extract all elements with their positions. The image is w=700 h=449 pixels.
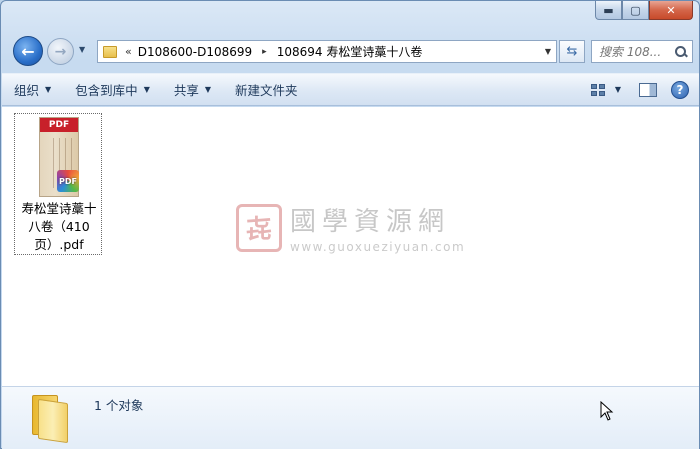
help-button[interactable]: ? bbox=[671, 80, 689, 99]
maximize-button[interactable]: ▢ bbox=[622, 1, 649, 20]
breadcrumb-separator[interactable]: ▸ bbox=[262, 47, 267, 57]
change-view-icon[interactable] bbox=[590, 83, 605, 96]
file-item[interactable]: PDF PDF 寿松堂诗藁十八卷（410页）.pdf bbox=[14, 113, 102, 255]
folder-large-icon bbox=[28, 395, 70, 444]
new-folder-label: 新建文件夹 bbox=[235, 83, 298, 98]
close-button[interactable]: ✕ bbox=[649, 1, 693, 20]
window-controls: ▬ ▢ ✕ bbox=[595, 1, 693, 20]
file-list[interactable]: PDF PDF 寿松堂诗藁十八卷（410页）.pdf 㐂 國學資源網 www.g… bbox=[2, 107, 699, 386]
organize-menu[interactable]: 组织 ▼ bbox=[2, 78, 63, 102]
include-in-library-menu[interactable]: 包含到库中 ▼ bbox=[63, 78, 162, 102]
breadcrumb-current[interactable]: 108694 寿松堂诗藁十八卷 bbox=[277, 43, 423, 60]
pdf-badge-icon: PDF bbox=[57, 170, 79, 192]
pdf-thumbnail-label: PDF bbox=[40, 118, 78, 132]
address-dropdown-icon[interactable]: ▼ bbox=[545, 47, 551, 56]
search-input[interactable] bbox=[599, 44, 669, 59]
search-box[interactable] bbox=[591, 40, 693, 63]
chevron-down-icon: ▼ bbox=[204, 85, 212, 94]
preview-pane-icon[interactable] bbox=[639, 82, 657, 97]
share-menu[interactable]: 共享 ▼ bbox=[162, 78, 223, 102]
back-button[interactable]: ← bbox=[13, 36, 43, 66]
refresh-icon: ⇆ bbox=[566, 44, 578, 59]
watermark: 㐂 國學資源網 www.guoxueziyuan.com bbox=[236, 201, 465, 254]
new-folder-button[interactable]: 新建文件夹 bbox=[223, 78, 310, 102]
command-bar: 组织 ▼ 包含到库中 ▼ 共享 ▼ 新建文件夹 ▼ ? bbox=[2, 73, 699, 106]
back-arrow-icon: ← bbox=[21, 41, 35, 61]
include-in-library-label: 包含到库中 bbox=[75, 83, 138, 98]
view-options-dropdown[interactable]: ▼ bbox=[615, 85, 621, 94]
address-overflow[interactable]: « bbox=[125, 45, 132, 58]
recent-pages-dropdown[interactable]: ▼ bbox=[79, 45, 89, 55]
forward-button[interactable]: → bbox=[47, 38, 74, 65]
chevron-down-icon: ▼ bbox=[143, 85, 150, 94]
watermark-name: 國學資源網 bbox=[290, 207, 451, 237]
refresh-button[interactable]: ⇆ bbox=[559, 40, 585, 63]
folder-icon bbox=[103, 45, 117, 58]
share-label: 共享 bbox=[173, 83, 199, 98]
search-icon[interactable] bbox=[675, 45, 687, 58]
breadcrumb-parent[interactable]: D108600-D108699 bbox=[138, 45, 252, 59]
watermark-url: www.guoxueziyuan.com bbox=[290, 240, 466, 254]
command-bar-right: ▼ ? bbox=[590, 80, 699, 99]
navigation-bar: ← → ▼ « D108600-D108699 ▸ 108694 寿松堂诗藁十八… bbox=[1, 35, 699, 67]
chevron-down-icon: ▼ bbox=[45, 85, 52, 94]
watermark-seal-icon: 㐂 bbox=[236, 203, 282, 252]
mouse-cursor-icon bbox=[600, 400, 614, 424]
file-name: 寿松堂诗藁十八卷（410页）.pdf bbox=[21, 201, 97, 252]
organize-label: 组织 bbox=[14, 83, 40, 98]
address-bar[interactable]: « D108600-D108699 ▸ 108694 寿松堂诗藁十八卷 ▼ bbox=[97, 40, 557, 63]
item-count: 1 个对象 bbox=[94, 398, 144, 413]
details-pane: 1 个对象 bbox=[2, 386, 699, 449]
forward-arrow-icon: → bbox=[54, 43, 67, 60]
explorer-window: ▬ ▢ ✕ ← → ▼ « D108600-D108699 ▸ 108694 寿… bbox=[0, 0, 700, 449]
minimize-button[interactable]: ▬ bbox=[595, 1, 622, 20]
